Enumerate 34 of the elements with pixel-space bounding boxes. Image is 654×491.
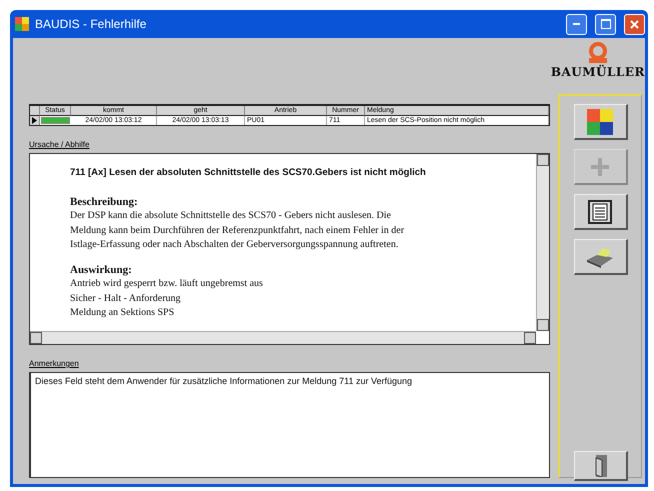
maximize-button[interactable] — [595, 14, 616, 34]
help-text: Meldung kann beim Durchführen der Referenzpunktfahrt, nach einem Fehler in der — [70, 224, 406, 238]
document-icon — [588, 200, 612, 224]
horizontal-scrollbar[interactable] — [30, 331, 536, 344]
section-title: Auswirkung: — [70, 262, 133, 277]
toolbar-button[interactable] — [574, 239, 628, 275]
close-button[interactable] — [624, 14, 645, 34]
app-icon — [15, 17, 29, 31]
header-corner — [30, 106, 40, 116]
help-text: Istlage-Erfassung oder nach Abschalten der Geberversorgungsspannung auftreten. — [70, 238, 400, 252]
section-title: Beschreibung: — [70, 194, 139, 209]
row-header[interactable] — [30, 116, 40, 125]
window-title: BAUDIS - Fehlerhilfe — [35, 17, 148, 31]
logo-icon — [586, 42, 609, 64]
logo-text: BAUMÜLLER — [550, 65, 645, 79]
maximize-icon — [600, 19, 610, 29]
printer-icon — [585, 246, 616, 268]
notes-field[interactable]: Dieses Feld steht dem Anwender für zusätzliche Informationen zur Meldung 711 zur Verfügung — [29, 372, 550, 478]
help-text: Sicher - Halt - Anforderung — [70, 292, 182, 306]
puzzle-icon — [587, 108, 614, 134]
close-icon — [630, 20, 639, 28]
help-text: Antrieb wird gesperrt bzw. läuft ungebremst aus — [70, 277, 264, 291]
plus-icon — [591, 158, 610, 176]
help-text: Der DSP kann die absolute Schnittstelle des SCS70 - Gebers nicht auslesen. Die — [70, 209, 392, 223]
notes-label: Anmerkungen — [29, 359, 79, 368]
minimize-icon — [573, 23, 580, 25]
section-label: Ursache / Abhilfe — [29, 140, 90, 149]
exit-button[interactable] — [574, 451, 628, 481]
toolbar-button[interactable] — [574, 194, 628, 230]
help-heading: 711 [Ax] Lesen der absoluten Schnittstelle des SCS70.Gebers ist nicht möglich — [70, 166, 427, 180]
minimize-button[interactable] — [566, 14, 587, 34]
help-text: Meldung an Sektions SPS — [70, 306, 176, 320]
toolbar-button[interactable] — [574, 104, 628, 140]
vertical-scrollbar[interactable] — [536, 154, 550, 331]
